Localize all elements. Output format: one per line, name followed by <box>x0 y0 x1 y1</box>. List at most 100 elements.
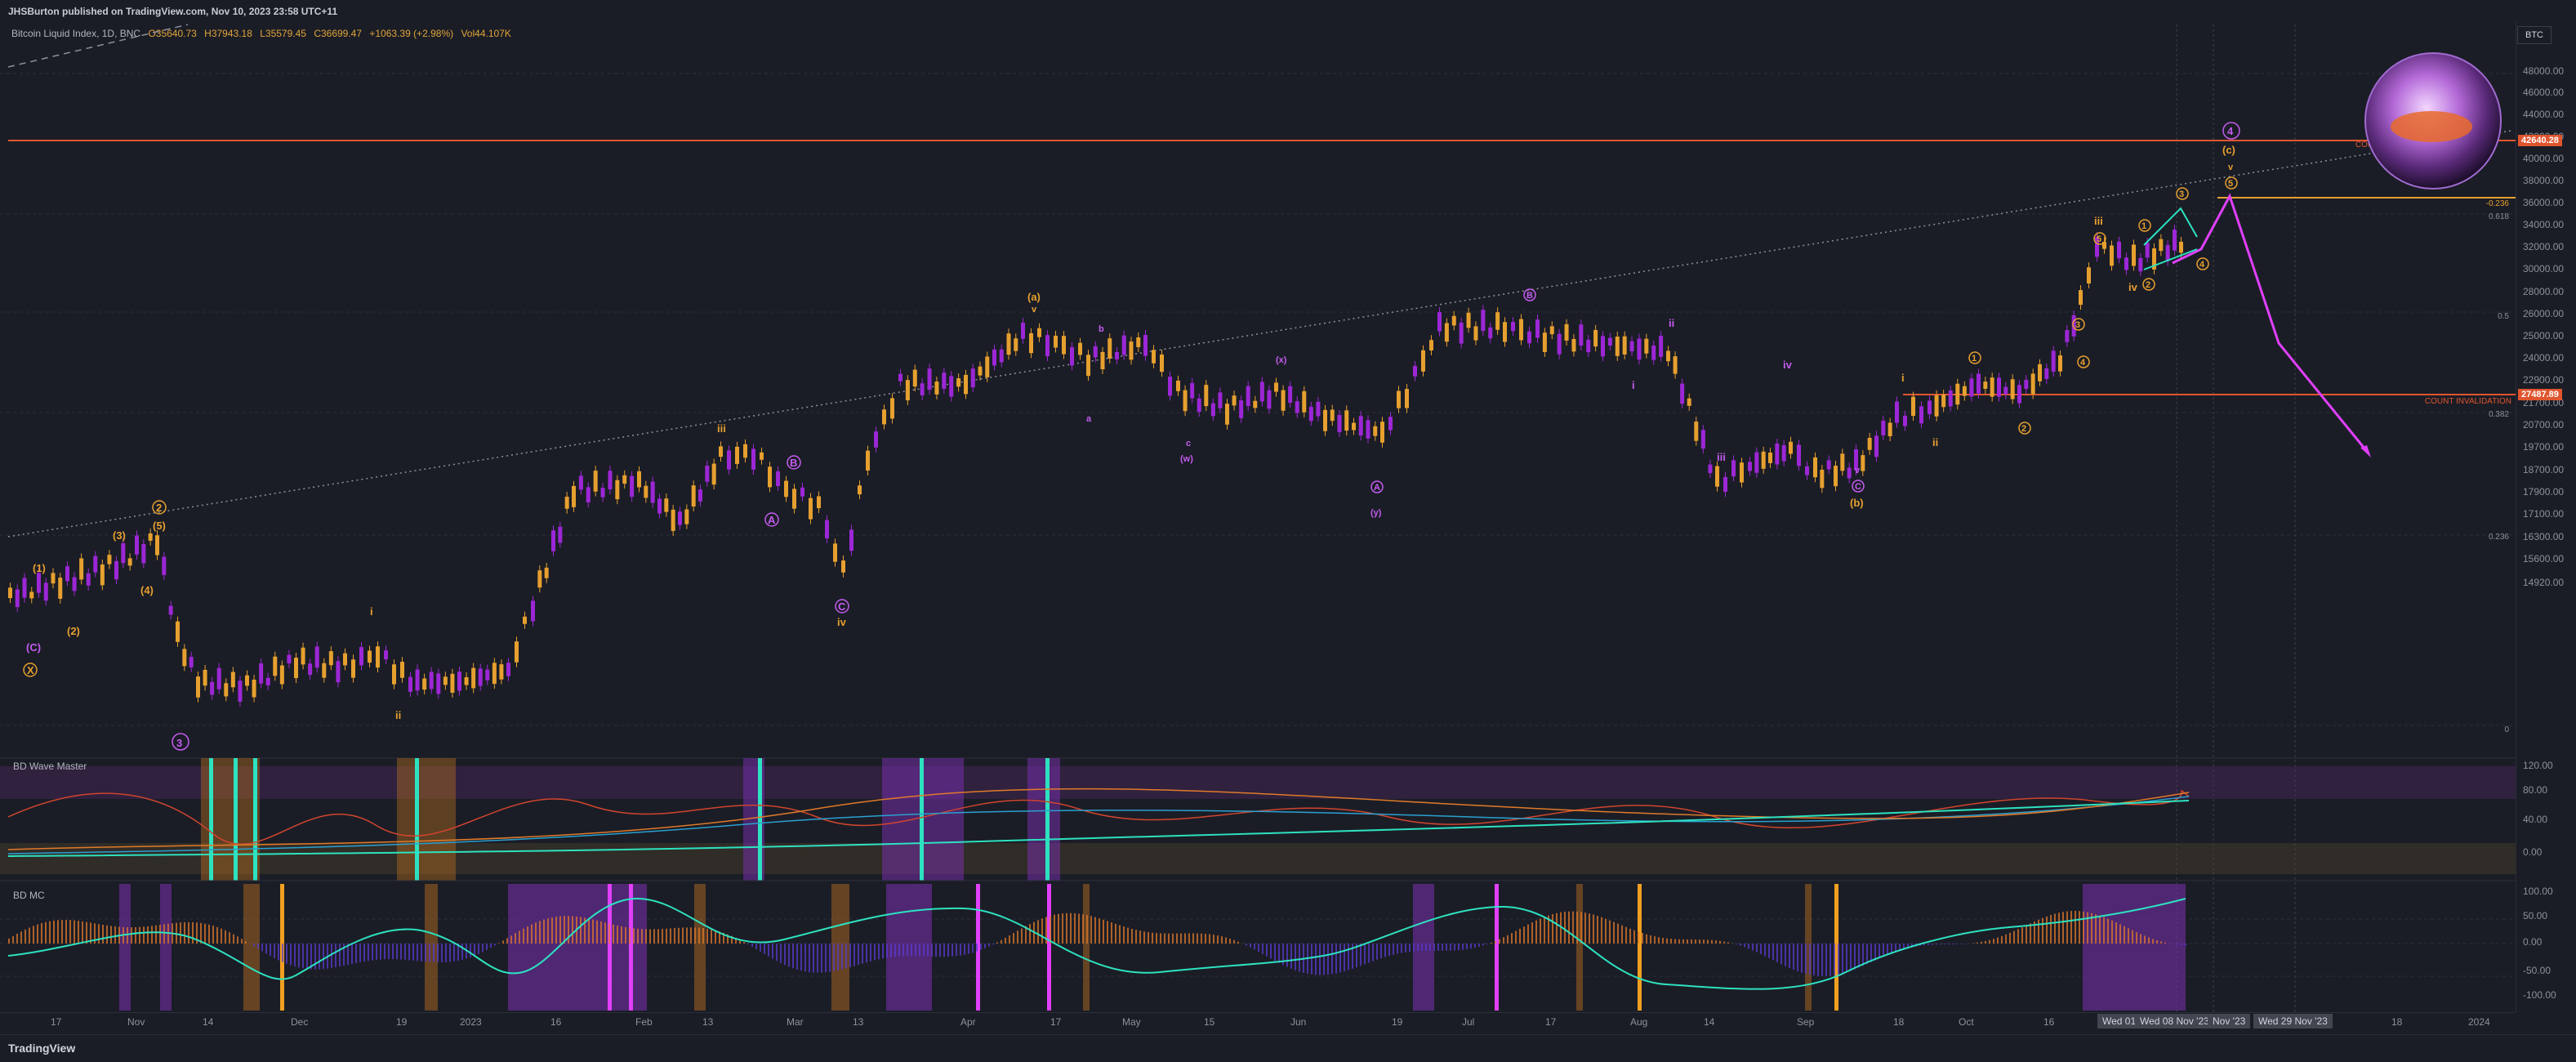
wave-label: C <box>1855 482 1861 492</box>
time-axis-tick: 17 <box>51 1016 61 1028</box>
chart-canvas[interactable]: COUNT INVALIDATION COUNT INVALIDATION -0… <box>0 21 2516 1012</box>
mc-axis-label: 0.00 <box>2523 936 2542 948</box>
wave-label: B <box>790 457 797 469</box>
wave-label: A <box>768 514 776 526</box>
wave-label: 1 <box>2141 221 2146 231</box>
time-axis[interactable]: 17Nov14Dec19202316Feb13Mar13Apr17May15Ju… <box>0 1012 2516 1031</box>
wave-label: 5 <box>2097 234 2101 244</box>
wave-label: (3) <box>113 529 126 542</box>
wave-label: A <box>1374 483 1380 493</box>
wave-label: 2 <box>2146 280 2150 290</box>
wave-label: C <box>838 600 846 613</box>
price-axis-label: 40000.00 <box>2523 153 2564 164</box>
time-axis-tick: Dec <box>291 1016 308 1028</box>
time-axis-tick: 17 <box>1545 1016 1556 1028</box>
projection-path[interactable] <box>2173 196 2369 453</box>
wave-label: v <box>2228 163 2234 172</box>
wave-label: (b) <box>1850 497 1864 509</box>
time-highlight-2: Wed 08 Nov '23 <box>2135 1014 2214 1029</box>
wave-label: i <box>1901 372 1905 384</box>
mc-axis-label: 50.00 <box>2523 910 2547 921</box>
author-avatar <box>2364 52 2502 190</box>
wave-label: ii <box>395 709 401 721</box>
time-axis-tick: 19 <box>396 1016 407 1028</box>
wave-label: ii <box>1669 317 1674 329</box>
tradingview-logo[interactable]: TradingView <box>8 1042 75 1055</box>
time-axis-tick: 16 <box>2043 1016 2054 1028</box>
price-axis-label: 19700.00 <box>2523 441 2564 453</box>
wave-label: B <box>1526 291 1533 301</box>
currency-selector[interactable]: BTC <box>2517 26 2551 44</box>
chart-area[interactable]: COUNT INVALIDATION COUNT INVALIDATION -0… <box>0 21 2516 1012</box>
wave-label: 3 <box>176 737 182 749</box>
wave-label: ii <box>1932 436 1938 448</box>
fib-label-6: 0 <box>2504 725 2509 734</box>
main-grid <box>0 74 2516 725</box>
time-axis-tick: 2024 <box>2468 1016 2490 1028</box>
price-axis-label: 32000.00 <box>2523 241 2564 252</box>
price-axis-label: 36000.00 <box>2523 197 2564 208</box>
wave-label: iv <box>1783 359 1793 371</box>
wave-label: (1) <box>33 562 46 574</box>
price-axis-label: 20700.00 <box>2523 419 2564 431</box>
time-axis-tick: Aug <box>1630 1016 1647 1028</box>
wave-label: (a) <box>1027 291 1041 303</box>
trendline-dashed[interactable] <box>8 25 188 67</box>
time-axis-tick: Feb <box>635 1016 653 1028</box>
wave-label: i <box>1632 379 1635 391</box>
time-axis-tick: 14 <box>203 1016 213 1028</box>
pane-label-mc[interactable]: BD MC <box>13 890 45 901</box>
wave-label: (w) <box>1180 454 1193 464</box>
price-axis[interactable]: 48000.0046000.0044000.0042000.0040000.00… <box>2516 21 2576 1012</box>
time-axis-tick: 2023 <box>460 1016 482 1028</box>
wave-label: 1 <box>1972 354 1977 364</box>
time-highlight-3: Nov '23 <box>2208 1014 2250 1029</box>
time-axis-tick: Jul <box>1462 1016 1474 1028</box>
time-axis-tick: 17 <box>1050 1016 1061 1028</box>
wave-label: 4 <box>2227 125 2234 137</box>
time-highlight-4: Wed 29 Nov '23 <box>2253 1014 2333 1029</box>
osc-band-bottom <box>0 843 2516 874</box>
price-axis-label: 30000.00 <box>2523 263 2564 274</box>
price-axis-label: 46000.00 <box>2523 87 2564 98</box>
wave-label: v <box>1855 466 1861 475</box>
trendline-dotted[interactable] <box>8 131 2511 537</box>
time-axis-tick: 18 <box>1893 1016 1904 1028</box>
wave-label: c <box>1186 439 1191 448</box>
osc-axis-label: 0.00 <box>2523 846 2542 858</box>
price-axis-label: 18700.00 <box>2523 464 2564 475</box>
time-axis-tick: 13 <box>853 1016 863 1028</box>
osc-axis-label: 120.00 <box>2523 760 2553 771</box>
wave-label: 3 <box>2179 190 2184 199</box>
price-axis-label: 28000.00 <box>2523 286 2564 297</box>
time-axis-tick: Jun <box>1290 1016 1306 1028</box>
wave-label: 2 <box>156 502 162 514</box>
fib-label-5: 0.236 <box>2489 533 2509 542</box>
wave-label: (5) <box>153 520 166 532</box>
time-axis-tick: Nov <box>127 1016 145 1028</box>
fib-label-4: 0.382 <box>2489 410 2509 419</box>
wave-label: 3 <box>2075 320 2080 330</box>
time-axis-tick: Sep <box>1797 1016 1814 1028</box>
mc-axis-label: -50.00 <box>2523 965 2551 976</box>
wave-label: i <box>370 605 373 618</box>
price-axis-label: 44000.00 <box>2523 109 2564 120</box>
wave-label: (C) <box>26 641 41 654</box>
wave-label: iii <box>2094 215 2103 227</box>
wave-label: iv <box>2128 281 2138 293</box>
pane-label-oscillator[interactable]: BD Wave Master <box>13 761 87 772</box>
price-axis-label: 34000.00 <box>2523 219 2564 230</box>
invalidation-price-badge: 27487.89 <box>2518 389 2562 400</box>
wave-label: b <box>1099 324 1104 334</box>
wave-label: 4 <box>2199 260 2205 270</box>
price-axis-label: 17900.00 <box>2523 486 2564 498</box>
wave-label: (4) <box>140 584 154 596</box>
wave-label: (y) <box>1370 508 1382 518</box>
wave-label: 5 <box>2228 179 2233 189</box>
wedge-bottom[interactable] <box>2144 249 2197 270</box>
time-axis-tick: 16 <box>550 1016 561 1028</box>
mc-axis-label: 100.00 <box>2523 886 2553 897</box>
wave-label: X <box>27 664 34 676</box>
invalidation-label-bottom: COUNT INVALIDATION <box>2425 397 2511 406</box>
wave-label: 2 <box>2021 424 2026 434</box>
